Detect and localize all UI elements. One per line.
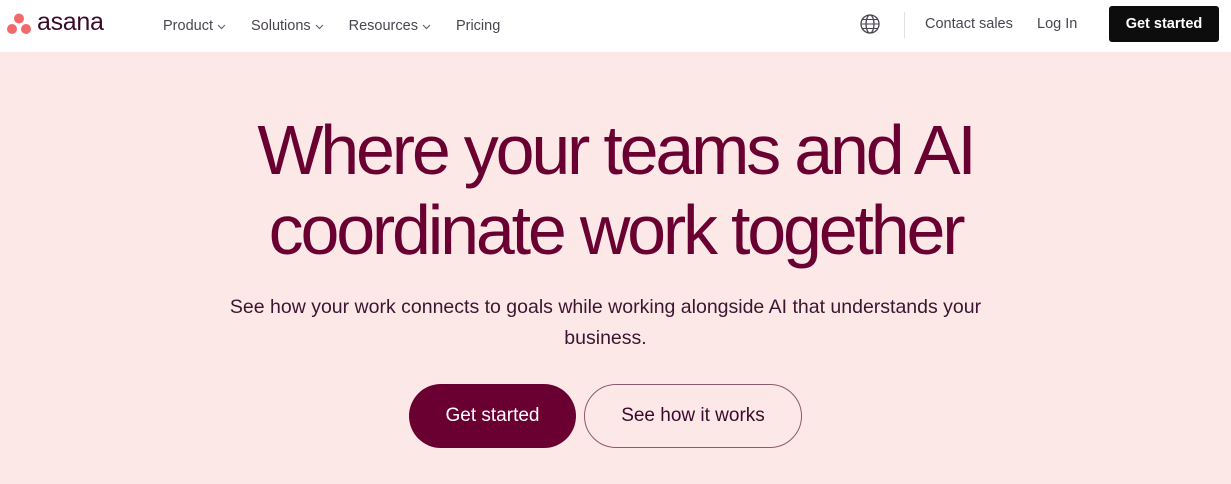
nav-item-label: Product <box>163 18 213 34</box>
main-nav: Product Solutions Resources Pricing <box>163 0 500 52</box>
login-link[interactable]: Log In <box>1037 0 1077 48</box>
chevron-down-icon <box>315 24 324 29</box>
nav-item-pricing[interactable]: Pricing <box>456 18 500 34</box>
asana-logo-icon <box>7 13 31 34</box>
asana-wordmark: asana <box>37 7 104 36</box>
top-navigation: asana Product Solutions Resources Pricin… <box>0 0 1231 52</box>
nav-item-label: Resources <box>348 18 418 34</box>
nav-item-resources[interactable]: Resources <box>349 18 431 34</box>
get-started-nav-button[interactable]: Get started <box>1109 6 1219 42</box>
asana-logo[interactable]: asana <box>7 7 104 37</box>
globe-icon[interactable] <box>859 13 881 35</box>
hero-headline-line-1: Where your teams and AI <box>257 111 976 189</box>
hero-subtext: See how your work connects to goals whil… <box>229 296 982 349</box>
chevron-down-icon <box>217 24 226 29</box>
chevron-down-icon <box>422 24 431 29</box>
contact-sales-link[interactable]: Contact sales <box>925 0 1013 48</box>
hero-headline: Where your teams and AI coordinate work … <box>0 110 1231 270</box>
see-how-it-works-button[interactable]: See how it works <box>584 384 802 448</box>
nav-item-product[interactable]: Product <box>163 18 226 34</box>
hero-headline-line-2: coordinate work together <box>268 191 966 269</box>
nav-item-solutions[interactable]: Solutions <box>251 18 324 34</box>
nav-item-label: Solutions <box>250 18 311 34</box>
hero-section: Where your teams and AI coordinate work … <box>0 52 1231 484</box>
nav-divider <box>904 12 905 38</box>
nav-item-label: Pricing <box>455 18 501 34</box>
get-started-button[interactable]: Get started <box>409 384 576 448</box>
